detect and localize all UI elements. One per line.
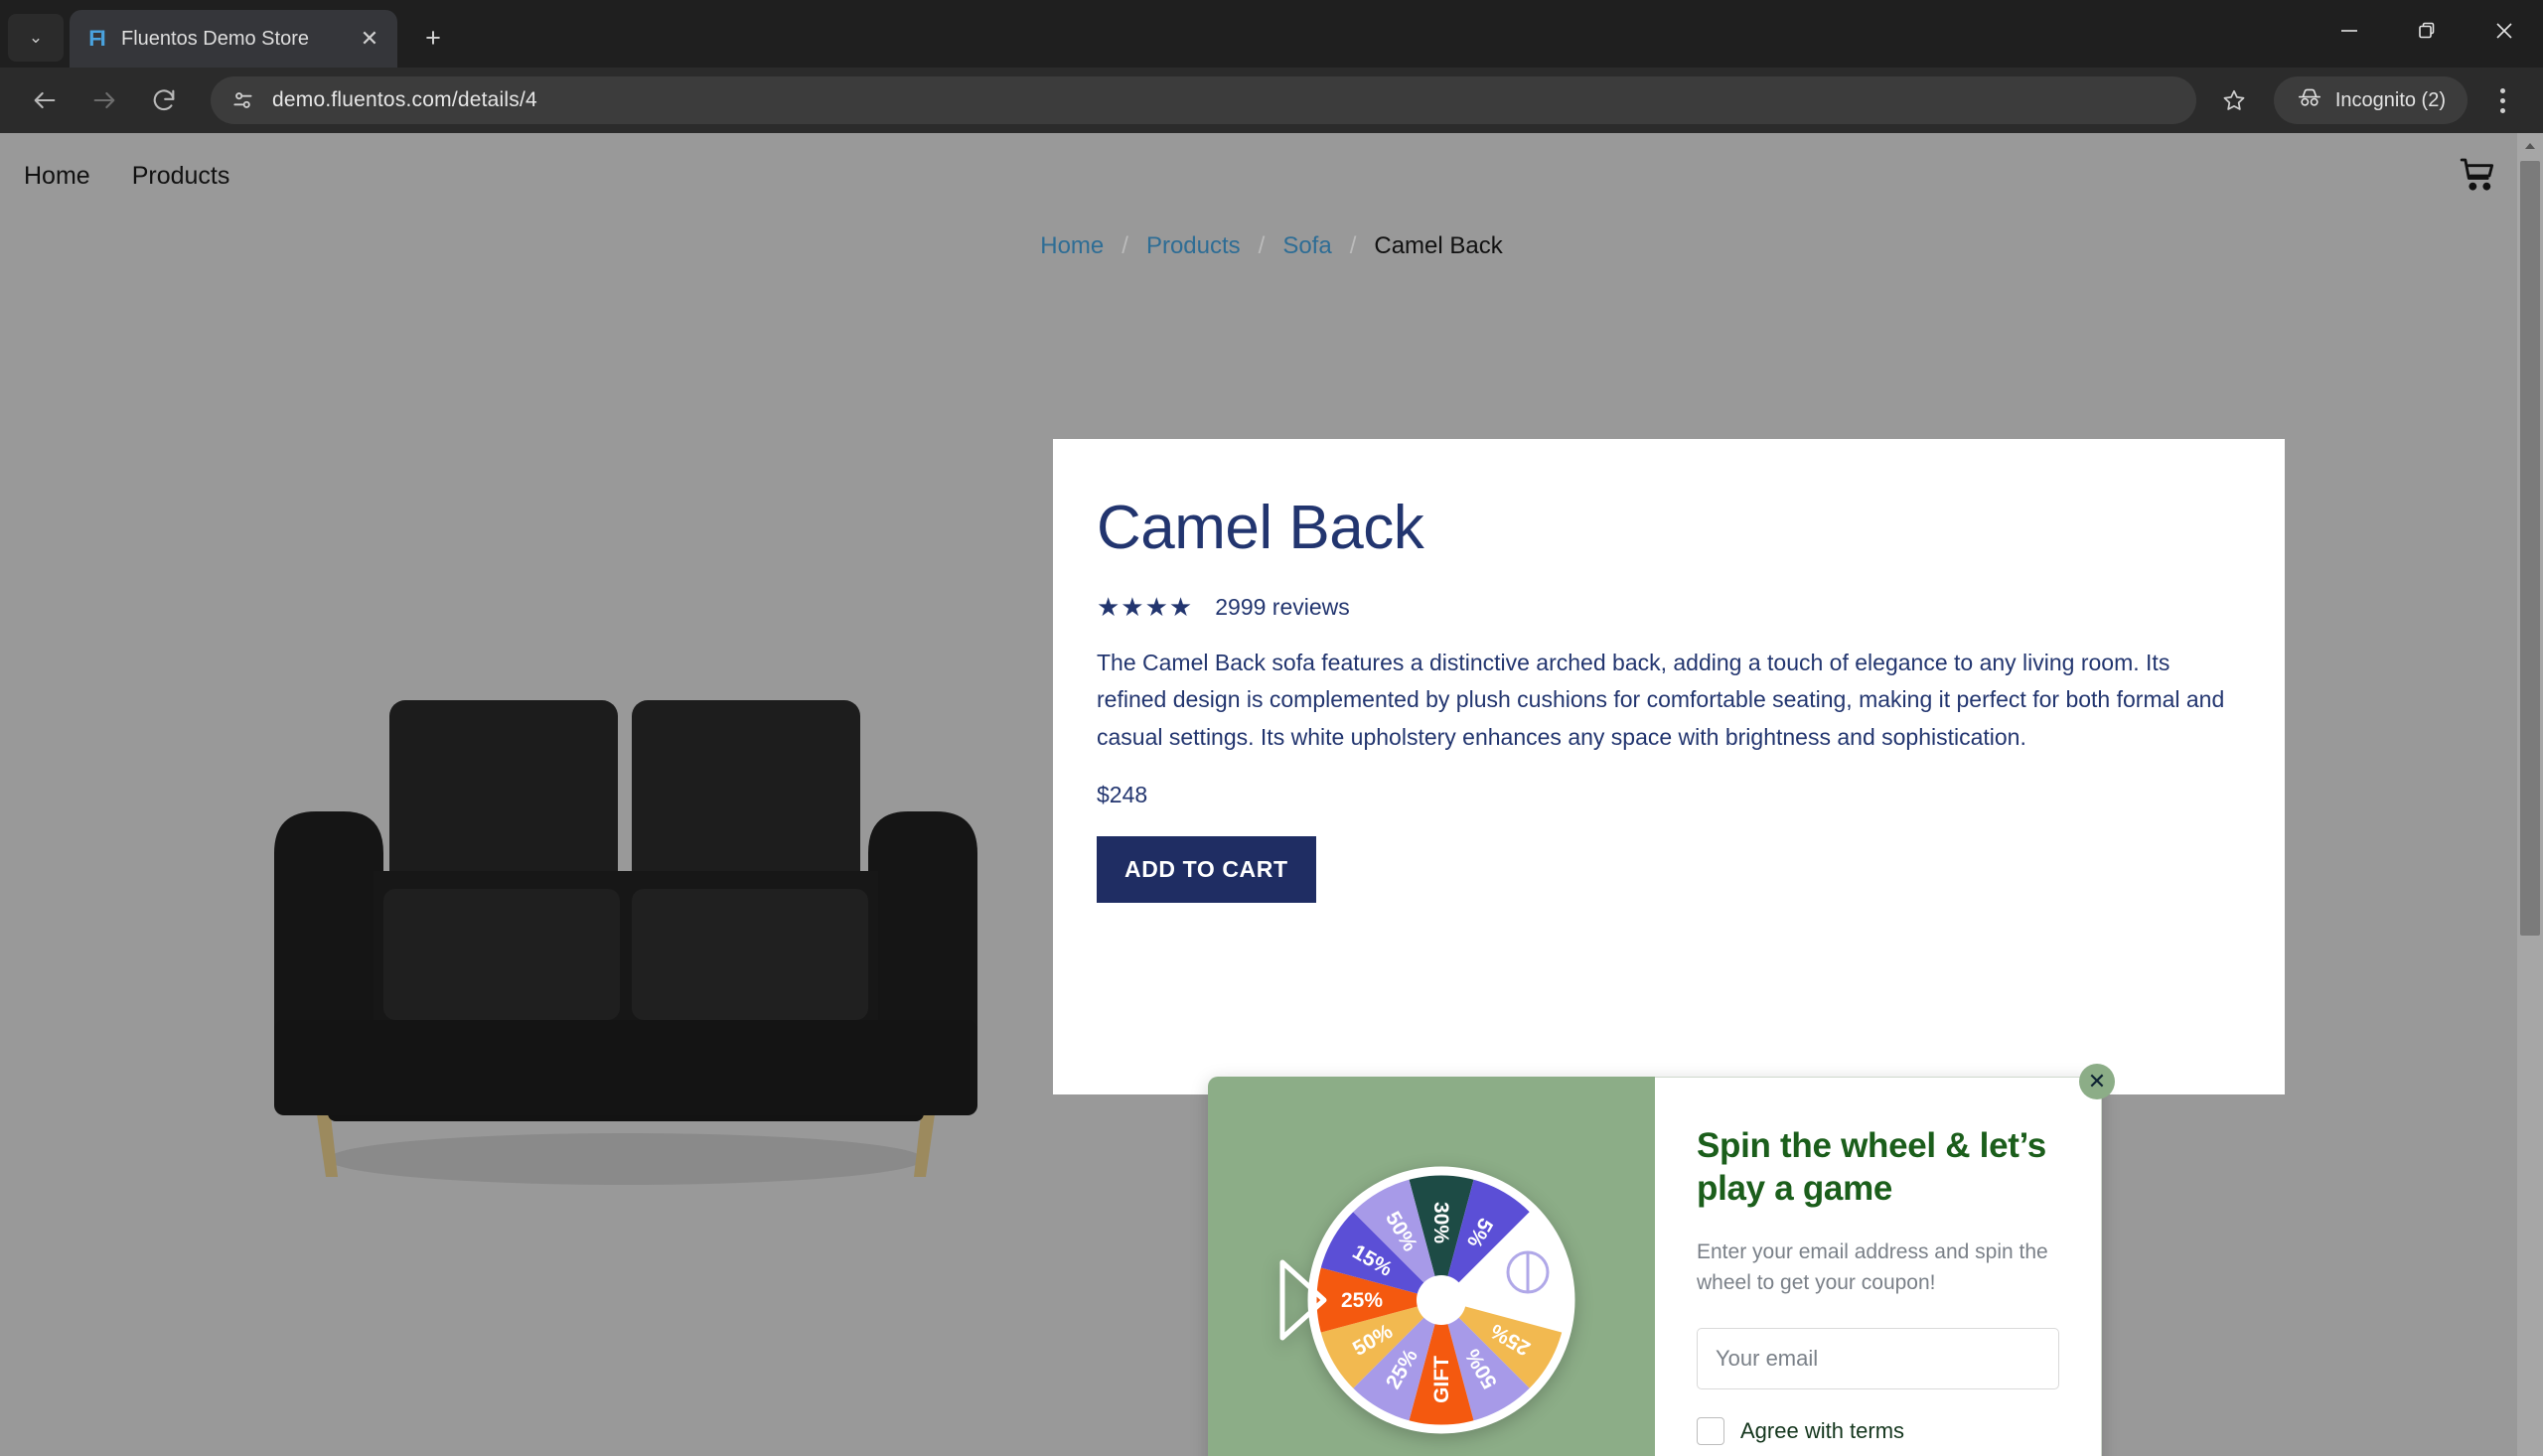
add-to-cart-button[interactable]: ADD TO CART [1097, 835, 1316, 903]
site-navigation: Home Products [0, 133, 2543, 218]
star-rating-icon: ★★★★ [1097, 592, 1194, 623]
incognito-label: Incognito (2) [2334, 88, 2446, 111]
browser-menu-icon[interactable] [2479, 76, 2525, 124]
minimize-icon[interactable] [2311, 0, 2388, 62]
window-close-icon[interactable] [2466, 0, 2543, 62]
back-arrow-icon[interactable] [18, 73, 72, 127]
breadcrumb: Home / Products / Sofa / Camel Back [0, 218, 2543, 260]
product-image [179, 643, 1073, 1238]
shopping-cart-icon[interactable] [2458, 155, 2497, 200]
address-bar[interactable]: demo.fluentos.com/details/4 [211, 76, 2196, 124]
agree-terms-checkbox[interactable] [1697, 1417, 1724, 1446]
breadcrumb-home[interactable]: Home [1040, 232, 1104, 260]
breadcrumb-separator: / [1122, 232, 1128, 259]
wheel-label-30: 30% [1429, 1202, 1452, 1243]
review-count: 2999 reviews [1215, 594, 1350, 621]
page-content: Camel Back ★★★★ 2999 reviews The Camel B… [0, 260, 2543, 1456]
email-input[interactable] [1697, 1328, 2059, 1390]
incognito-profile-button[interactable]: Incognito (2) [2273, 76, 2468, 124]
spin-wheel-popup: 30% 5% 25% 50% GIFT 25% 50% 25% 15% 50% … [1208, 1064, 2115, 1456]
wheel-label-25-left: 25% [1341, 1289, 1383, 1312]
spin-wheel-panel: 30% 5% 25% 50% GIFT 25% 50% 25% 15% 50% [1208, 1077, 1655, 1456]
browser-tab[interactable]: FI Fluentos Demo Store ✕ [70, 10, 397, 68]
rating-row: ★★★★ 2999 reviews [1097, 592, 2241, 623]
scrollbar-thumb[interactable] [2520, 161, 2540, 936]
breadcrumb-separator: / [1349, 232, 1357, 259]
spin-form-panel: ✕ Spin the wheel & let’s play a game Ent… [1655, 1064, 2115, 1456]
terms-row: Agree with terms [1697, 1417, 2059, 1446]
breadcrumb-current: Camel Back [1374, 232, 1503, 259]
new-tab-button[interactable]: + [407, 12, 459, 64]
url-text: demo.fluentos.com/details/4 [272, 88, 537, 111]
product-description: The Camel Back sofa features a distincti… [1097, 650, 2225, 750]
spin-popup-title: Spin the wheel & let’s play a game [1697, 1126, 2046, 1208]
tab-search-chevron-icon[interactable]: ⌄ [8, 14, 64, 62]
wheel-label-gift: GIFT [1430, 1356, 1453, 1403]
agree-terms-label: Agree with terms [1740, 1418, 1905, 1444]
browser-toolbar: demo.fluentos.com/details/4 Incognito (2… [0, 68, 2543, 133]
scroll-up-arrow-icon[interactable] [2517, 133, 2543, 159]
breadcrumb-separator: / [1258, 232, 1266, 259]
close-popup-button[interactable]: ✕ [2079, 1064, 2115, 1099]
page-title: Camel Back [1097, 494, 1424, 562]
nav-link-home[interactable]: Home [24, 162, 90, 191]
favicon-icon: FI [88, 26, 106, 51]
restore-icon[interactable] [2388, 0, 2466, 62]
product-price: $248 [1097, 781, 1148, 807]
reload-icon[interactable] [137, 73, 191, 127]
page-scrollbar[interactable] [2517, 133, 2543, 1456]
product-detail-card: Camel Back ★★★★ 2999 reviews The Camel B… [1053, 439, 2285, 1094]
tab-strip: ⌄ FI Fluentos Demo Store ✕ + [0, 0, 2543, 68]
spin-wheel[interactable]: 30% 5% 25% 50% GIFT 25% 50% 25% 15% 50% [1243, 1111, 1620, 1456]
site-settings-icon[interactable] [228, 85, 258, 115]
browser-window: ⌄ FI Fluentos Demo Store ✕ + demo.fluent… [0, 0, 2543, 1456]
breadcrumb-sofa[interactable]: Sofa [1282, 232, 1331, 260]
breadcrumb-products[interactable]: Products [1146, 232, 1241, 260]
nav-link-products[interactable]: Products [132, 162, 230, 191]
tab-close-icon[interactable]: ✕ [356, 26, 383, 52]
incognito-icon [2296, 86, 2323, 114]
page-viewport: Home Products Home / Products / Sofa / C… [0, 133, 2543, 1456]
bookmark-star-icon[interactable] [2210, 76, 2258, 124]
window-controls [2311, 0, 2543, 62]
forward-arrow-icon[interactable] [77, 73, 131, 127]
tab-title: Fluentos Demo Store [121, 27, 309, 50]
spin-popup-subtitle: Enter your email address and spin the wh… [1697, 1240, 2048, 1294]
